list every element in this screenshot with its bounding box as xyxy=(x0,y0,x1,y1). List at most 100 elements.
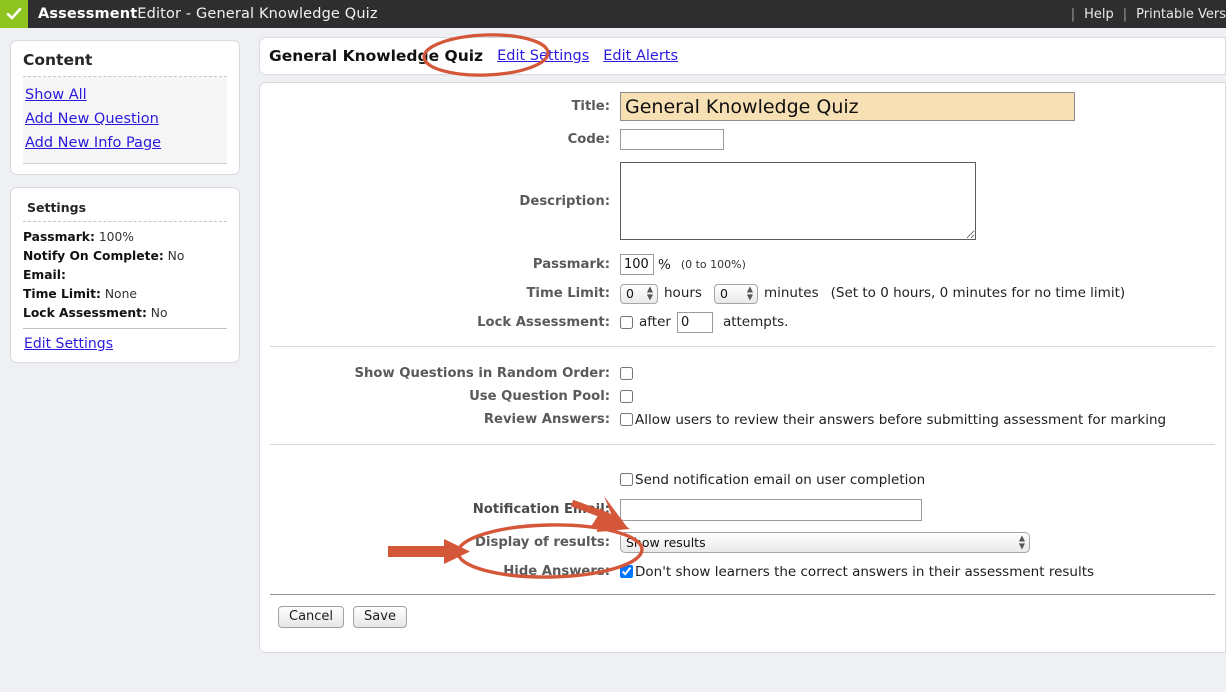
review-answers-row: Review Answers: Allow users to review th… xyxy=(260,408,1225,432)
passmark-label: Passmark: xyxy=(532,257,610,272)
settings-row-notify-value: No xyxy=(167,249,185,263)
settings-form-card: Title: Code: Description: Passmark: % (0… xyxy=(259,82,1226,653)
settings-row-time-limit-value: None xyxy=(104,287,137,301)
title-input[interactable] xyxy=(620,92,1075,121)
display-results-label: Display of results: xyxy=(475,534,610,550)
code-label: Code: xyxy=(567,132,610,147)
question-pool-checkbox[interactable] xyxy=(620,389,633,403)
notify-email-row: Send notification email on user completi… xyxy=(260,454,1225,492)
content-panel: Content Show All Add New Question Add Ne… xyxy=(10,40,240,175)
settings-row-lock-value: No xyxy=(150,306,168,320)
send-notification-text: Send notification email on user completi… xyxy=(635,471,926,488)
header-links: | Help | Printable Vers xyxy=(1062,7,1226,22)
app-title: AssessmentEditor - General Knowledge Qui… xyxy=(38,6,378,22)
content-panel-title: Content xyxy=(23,51,93,69)
random-order-label: Show Questions in Random Order: xyxy=(354,365,610,381)
sidebar-item-add-new-info-page[interactable]: Add New Info Page xyxy=(23,131,227,155)
help-link[interactable]: Help xyxy=(1084,7,1114,22)
settings-row-lock-label: Lock Assessment: xyxy=(23,306,147,320)
time-limit-note: (Set to 0 hours, 0 minutes for no time l… xyxy=(830,285,1126,302)
settings-row-email: Email: xyxy=(23,266,227,285)
main-content: General Knowledge Quiz Edit Settings Edi… xyxy=(250,28,1226,692)
description-textarea[interactable] xyxy=(620,162,976,240)
section-divider-2 xyxy=(270,443,1215,445)
settings-row-notify-label: Notify On Complete: xyxy=(23,249,164,263)
description-row: Description: xyxy=(260,154,1225,244)
random-order-checkbox[interactable] xyxy=(620,366,633,380)
passmark-unit: % xyxy=(658,256,671,273)
title-label: Title: xyxy=(571,99,610,114)
time-limit-row: Time Limit: 0 ▲ ▼ hours 0 ▲ ▼ minutes (Set… xyxy=(260,279,1225,308)
sidebar-edit-settings-link[interactable]: Edit Settings xyxy=(24,336,113,352)
passmark-row: Passmark: % (0 to 100%) xyxy=(260,244,1225,279)
app-title-bold: Assessment xyxy=(38,6,138,22)
edit-alerts-link[interactable]: Edit Alerts xyxy=(603,48,678,64)
random-order-row: Show Questions in Random Order: xyxy=(260,356,1225,385)
settings-row-notify: Notify On Complete: No xyxy=(23,247,227,266)
quiz-header-card: General Knowledge Quiz Edit Settings Edi… xyxy=(259,37,1226,75)
sidebar: Content Show All Add New Question Add Ne… xyxy=(0,28,250,692)
save-button[interactable]: Save xyxy=(353,605,407,628)
printable-version-link[interactable]: Printable Vers xyxy=(1136,7,1226,22)
hide-answers-label: Hide Answers: xyxy=(503,564,610,579)
hide-answers-checkbox[interactable] xyxy=(620,565,633,578)
lock-assessment-label: Lock Assessment: xyxy=(477,314,610,330)
form-actions: Cancel Save xyxy=(260,595,1225,640)
content-links: Show All Add New Question Add New Info P… xyxy=(23,77,227,164)
passmark-hint: (0 to 100%) xyxy=(680,258,746,271)
lock-attempts-input[interactable] xyxy=(676,311,713,333)
lock-assessment-checkbox[interactable] xyxy=(620,315,633,329)
settings-row-passmark-value: 100% xyxy=(98,230,134,244)
review-answers-label: Review Answers: xyxy=(483,412,610,427)
header-separator-2: | xyxy=(1122,6,1128,22)
settings-panel-title: Settings xyxy=(27,200,87,215)
settings-row-passmark-label: Passmark: xyxy=(23,230,95,244)
send-notification-checkbox[interactable] xyxy=(620,473,633,486)
question-pool-row: Use Question Pool: xyxy=(260,385,1225,408)
app-header: AssessmentEditor - General Knowledge Qui… xyxy=(0,0,1226,28)
display-results-select[interactable]: Show results xyxy=(620,531,1030,553)
hide-answers-row: Hide Answers: Don't show learners the co… xyxy=(260,557,1225,584)
settings-row-email-label: Email: xyxy=(23,268,66,282)
cancel-button[interactable]: Cancel xyxy=(278,605,345,628)
notification-email-label: Notification Email: xyxy=(472,502,610,517)
notification-email-row: Notification Email: xyxy=(260,492,1225,525)
review-answers-text: Allow users to review their answers befo… xyxy=(635,411,1167,428)
quiz-header-row: General Knowledge Quiz Edit Settings Edi… xyxy=(260,38,1225,74)
notification-email-input[interactable] xyxy=(620,498,922,521)
minutes-select[interactable]: 0 xyxy=(713,283,758,304)
display-results-row: Display of results: Show results ▲ ▼ xyxy=(260,525,1225,557)
title-row: Title: xyxy=(260,83,1225,125)
settings-row-lock: Lock Assessment: No xyxy=(23,304,227,323)
lock-after-word: after xyxy=(639,314,671,330)
app-logo xyxy=(0,0,28,28)
page-title: General Knowledge Quiz xyxy=(269,47,484,65)
hours-select-wrap: 0 ▲ ▼ xyxy=(620,283,658,304)
passmark-input[interactable] xyxy=(620,254,654,275)
settings-row-passmark: Passmark: 100% xyxy=(23,228,227,247)
section-divider-1 xyxy=(270,345,1215,347)
settings-rule xyxy=(23,328,227,329)
hide-answers-text: Don't show learners the correct answers … xyxy=(635,563,1095,580)
lock-attempts-word: attempts. xyxy=(722,314,789,330)
time-limit-label: Time Limit: xyxy=(526,285,610,301)
code-row: Code: xyxy=(260,125,1225,154)
edit-settings-link[interactable]: Edit Settings xyxy=(497,48,589,64)
display-results-select-wrap: Show results ▲ ▼ xyxy=(620,531,1030,553)
settings-row-time-limit: Time Limit: None xyxy=(23,285,227,304)
header-separator-1: | xyxy=(1070,6,1076,22)
minutes-select-wrap: 0 ▲ ▼ xyxy=(713,283,758,304)
sidebar-item-show-all[interactable]: Show All xyxy=(23,83,227,107)
settings-summary: Passmark: 100% Notify On Complete: No Em… xyxy=(11,222,239,323)
hours-word: hours xyxy=(664,285,702,302)
check-icon xyxy=(6,8,22,20)
code-input[interactable] xyxy=(620,129,724,150)
description-label: Description: xyxy=(519,193,610,209)
question-pool-label: Use Question Pool: xyxy=(469,388,610,404)
lock-assessment-row: Lock Assessment: after attempts. xyxy=(260,308,1225,337)
hours-select[interactable]: 0 xyxy=(620,283,658,304)
review-answers-checkbox[interactable] xyxy=(620,413,633,426)
settings-row-time-limit-label: Time Limit: xyxy=(23,287,101,301)
sidebar-item-add-new-question[interactable]: Add New Question xyxy=(23,107,227,131)
app-title-rest: Editor - General Knowledge Quiz xyxy=(137,6,378,22)
